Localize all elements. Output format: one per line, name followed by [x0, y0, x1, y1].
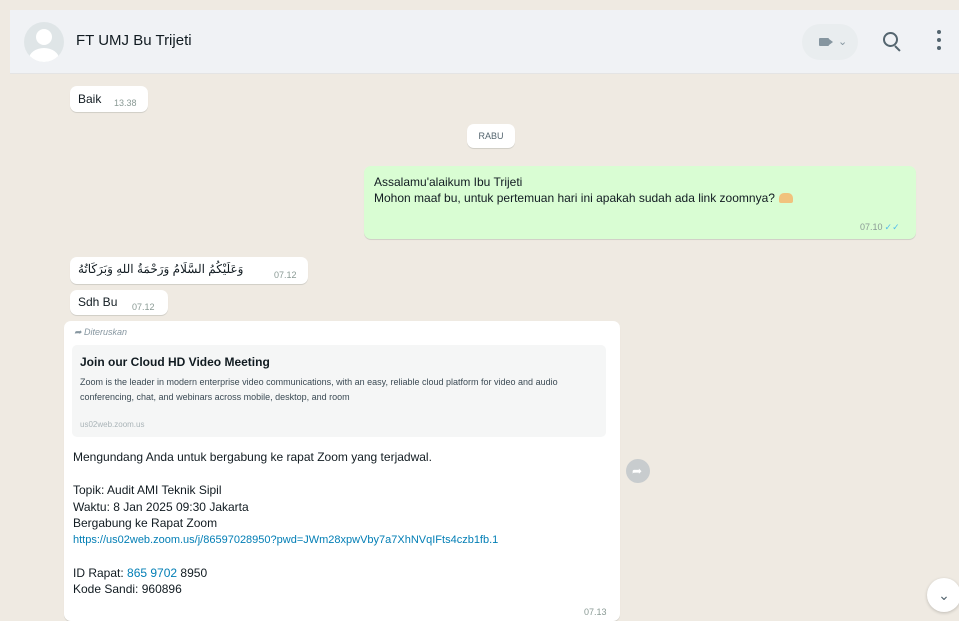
message-line-2: Mohon maaf bu, untuk pertemuan hari ini … — [374, 191, 793, 205]
zoom-link[interactable]: https://us02web.zoom.us/j/86597028950?pw… — [73, 532, 613, 549]
time-line: Waktu: 8 Jan 2025 09:30 Jakarta — [73, 499, 249, 514]
topic-line: Topik: Audit AMI Teknik Sipil — [73, 483, 222, 497]
menu-dots-icon — [937, 30, 941, 34]
message-text: Baik — [78, 92, 102, 106]
message-incoming[interactable]: وَعَلَيْكُمُ السَّلَامُ وَرَحْمَةُ اللهِ… — [70, 257, 308, 284]
forwarded-label-text: Diteruskan — [84, 327, 128, 337]
video-call-icon-lens — [829, 39, 833, 45]
message-incoming[interactable]: Baik 13.38 — [70, 86, 148, 112]
message-outgoing[interactable]: Assalamu'alaikum Ibu Trijeti Mohon maaf … — [364, 166, 916, 239]
search-button[interactable] — [877, 26, 907, 56]
message-forwarded-zoom-invite[interactable]: ➦ Diteruskan Join our Cloud HD Video Mee… — [64, 321, 620, 621]
menu-dot — [937, 38, 941, 42]
chevron-down-icon: ⌄ — [938, 587, 950, 603]
video-call-icon — [819, 38, 829, 46]
message-line-2-text: Mohon maaf bu, untuk pertemuan hari ini … — [374, 191, 775, 205]
avatar-head — [36, 29, 52, 45]
message-time: 07.13 — [584, 607, 607, 617]
meeting-id-label: ID Rapat: — [73, 565, 128, 580]
chat-header: FT UMJ Bu Trijeti ⌄ — [10, 10, 959, 74]
search-icon-handle — [894, 45, 901, 52]
invite-body: Mengundang Anda untuk bergabung ke rapat… — [73, 449, 613, 598]
message-line-1: Assalamu'alaikum Ibu Trijeti — [374, 175, 523, 189]
message-time: 07.12 — [132, 302, 155, 312]
chat-area[interactable]: Baik 13.38 RABU Assalamu'alaikum Ibu Tri… — [0, 74, 959, 621]
meeting-id-rest: 8950 — [177, 565, 208, 580]
passcode-line: Kode Sandi: 960896 — [73, 582, 182, 596]
message-incoming[interactable]: Sdh Bu 07.12 — [70, 290, 168, 315]
menu-button[interactable] — [932, 28, 946, 56]
link-preview[interactable]: Join our Cloud HD Video Meeting Zoom is … — [72, 345, 606, 437]
meeting-id-line: ID Rapat: 865 9702 8950 — [73, 565, 613, 582]
invite-line: Mengundang Anda untuk bergabung ke rapat… — [73, 450, 432, 464]
forward-icon: ➦ — [74, 327, 85, 337]
share-forward-icon: ➦ — [632, 464, 643, 478]
praying-hands-emoji — [778, 193, 793, 203]
preview-description: Zoom is the leader in modern enterprise … — [80, 377, 558, 402]
video-call-button[interactable]: ⌄ — [802, 24, 858, 60]
forwarded-label: ➦ Diteruskan — [74, 327, 127, 338]
menu-dot — [937, 46, 941, 50]
preview-title: Join our Cloud HD Video Meeting — [80, 355, 270, 369]
message-text: Sdh Bu — [78, 295, 118, 309]
contact-name[interactable]: FT UMJ Bu Trijeti — [76, 32, 192, 49]
message-time: 07.10 ✓✓ — [860, 222, 900, 233]
message-time-text: 07.10 — [860, 222, 883, 232]
share-forward-button[interactable]: ➦ — [626, 459, 650, 483]
scroll-down-button[interactable]: ⌄ — [927, 578, 959, 612]
message-time: 13.38 — [114, 98, 137, 108]
meeting-id-link[interactable]: 865 9702 — [127, 566, 177, 580]
join-label: Bergabung ke Rapat Zoom — [73, 516, 218, 530]
avatar-body — [29, 48, 59, 62]
message-time: 07.12 — [274, 270, 297, 280]
avatar[interactable] — [24, 22, 64, 62]
date-divider: RABU — [467, 124, 515, 148]
message-text: وَعَلَيْكُمُ السَّلَامُ وَرَحْمَةُ اللهِ… — [78, 262, 244, 276]
preview-domain: us02web.zoom.us — [80, 420, 145, 429]
chevron-down-icon: ⌄ — [838, 36, 848, 48]
read-ticks-icon: ✓✓ — [884, 222, 900, 232]
